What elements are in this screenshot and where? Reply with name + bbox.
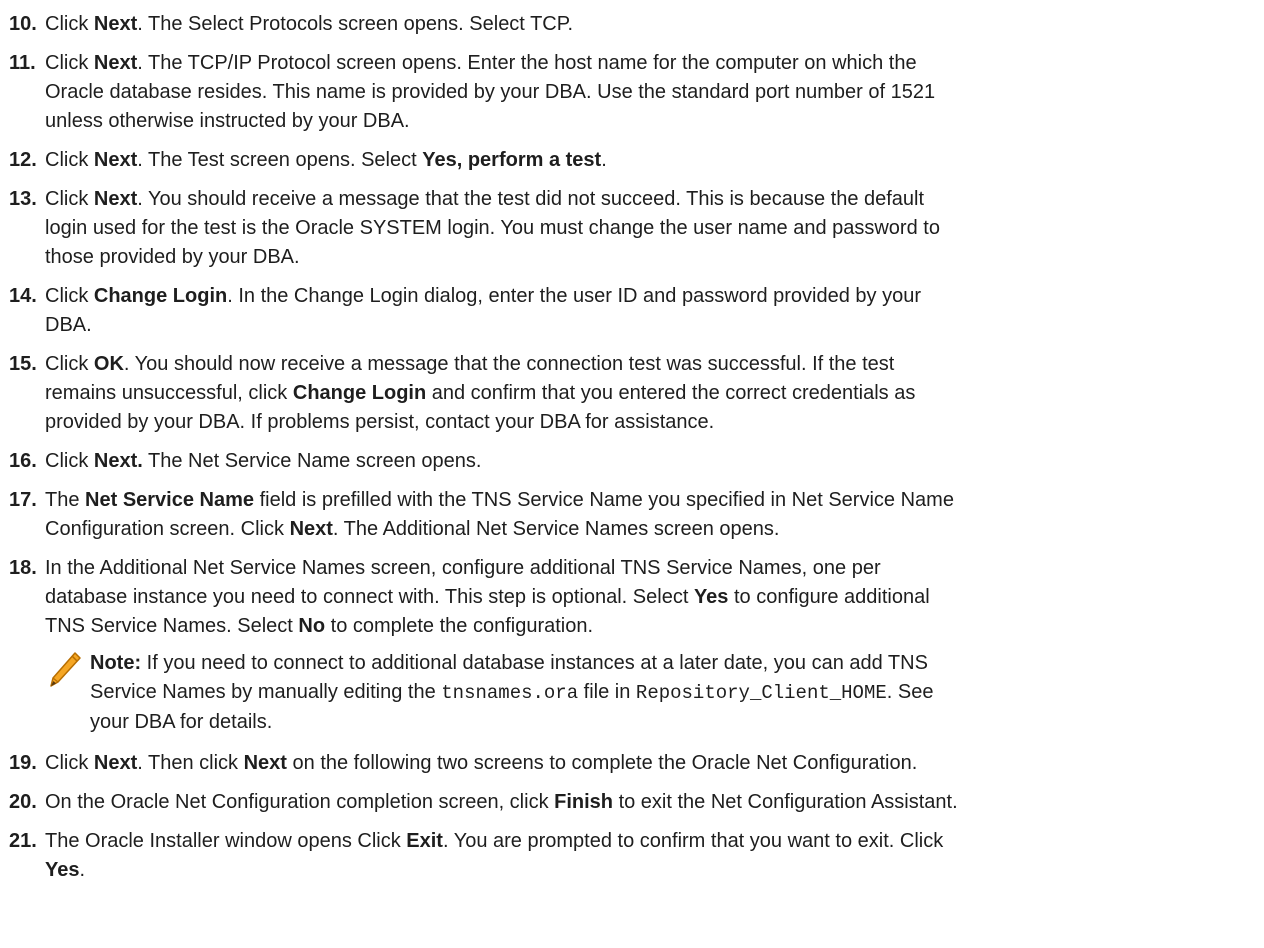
step-number: 21.	[9, 830, 37, 852]
list-item: 16. Click Next. The Net Service Name scre…	[9, 447, 1254, 476]
step-text: remains unsuccessful, click	[45, 382, 293, 404]
step-text: Configuration screen. Click	[45, 518, 290, 540]
step-text: . See	[886, 681, 934, 703]
note-block: Note: If you need to connect to addition…	[9, 649, 1254, 737]
bold-text: Change Login	[292, 382, 427, 404]
step-number: 13.	[9, 188, 37, 210]
list-item: 11. Click Next. The TCP/IP Protocol scree…	[9, 49, 1254, 136]
code-text: Repository_Client_HOME	[635, 682, 887, 704]
step-number: 20.	[9, 791, 37, 813]
list-item: 20. On the Oracle Net Configuration compl…	[9, 788, 1254, 817]
step-number: 14.	[9, 285, 37, 307]
step-text: your DBA for details.	[90, 711, 273, 733]
bold-text: Next	[93, 13, 138, 35]
step-number: 11.	[9, 52, 36, 74]
step-text: field is prefilled with the TNS Service …	[254, 489, 954, 511]
step-number: 10.	[9, 13, 37, 35]
list-item: 18. In the Additional Net Service Names s…	[9, 554, 1254, 641]
bold-text: Change Login	[93, 285, 228, 307]
bold-text: Net Service Name	[85, 489, 255, 511]
step-text: file in	[578, 681, 636, 703]
list-item: 15. Click OK. You should now receive a me…	[9, 350, 1254, 437]
bold-text: Next	[93, 149, 138, 171]
pencil-icon	[48, 651, 82, 689]
step-text: on the following two screens to complete…	[286, 752, 918, 774]
list-item: 10. Click Next. The Select Protocols scre…	[9, 10, 1254, 39]
step-text: Click	[45, 13, 94, 35]
list-item: 19. Click Next. Then click Next on the fo…	[9, 749, 1254, 778]
step-text: login used for the test is the Oracle SY…	[45, 217, 940, 239]
bold-text: Next	[93, 188, 138, 210]
list-item: 21. The Oracle Installer window opens Cli…	[9, 827, 1254, 885]
step-text: Oracle database resides. This name is pr…	[45, 81, 936, 103]
step-text: In the Additional Net Service Names scre…	[45, 557, 881, 579]
step-number: 16.	[9, 450, 37, 472]
step-text: . Then click	[137, 752, 244, 774]
step-text: and confirm that you entered the correct…	[426, 382, 916, 404]
code-text: tnsnames.ora	[441, 682, 579, 704]
step-text: . The Select Protocols screen opens. Sel…	[137, 13, 574, 35]
step-text: If you need to connect to additional dat…	[141, 652, 928, 674]
step-text: Click	[45, 188, 94, 210]
bold-text: Next.	[93, 450, 143, 472]
bold-text: Finish	[554, 791, 614, 813]
step-text: The Net Service Name screen opens.	[142, 450, 482, 472]
bold-text: Next	[289, 518, 333, 540]
step-text: provided by your DBA. If problems persis…	[45, 411, 715, 433]
note-text: Note: If you need to connect to addition…	[90, 649, 1254, 737]
step-text: . The Additional Net Service Names scree…	[332, 518, 780, 540]
step-number: 12.	[9, 149, 37, 171]
bold-text: Yes	[693, 586, 729, 608]
document-body: 10. Click Next. The Select Protocols scre…	[0, 0, 1264, 885]
list-item: 14. Click Change Login. In the Change Log…	[9, 282, 1254, 340]
step-text: Click	[45, 52, 94, 74]
step-text: .	[79, 859, 86, 881]
step-text: . You should now receive a message that …	[123, 353, 895, 375]
step-text: . You are prompted to confirm that you w…	[442, 830, 944, 852]
bold-text: No	[298, 615, 326, 637]
step-text: TNS Service Names. Select	[45, 615, 299, 637]
bold-text: Next	[93, 752, 138, 774]
step-number: 15.	[9, 353, 37, 375]
step-text: . The Test screen opens. Select	[137, 149, 423, 171]
step-text: .	[601, 149, 607, 171]
step-text: to exit the Net Configuration Assistant.	[613, 791, 958, 813]
step-text: Click	[45, 285, 94, 307]
step-number: 17.	[9, 489, 37, 511]
step-text: Click	[45, 450, 94, 472]
step-text: Click	[45, 149, 94, 171]
bold-text: OK	[93, 353, 124, 375]
step-text: those provided by your DBA.	[45, 246, 300, 268]
list-item: 17. The Net Service Name field is prefill…	[9, 486, 1254, 544]
step-number: 19.	[9, 752, 37, 774]
step-text: The Oracle Installer window opens Click	[45, 830, 407, 852]
bold-text: Next	[93, 52, 138, 74]
step-text: DBA.	[45, 314, 92, 336]
step-text: On the Oracle Net Configuration completi…	[45, 791, 555, 813]
bold-text: Yes, perform a test	[422, 149, 602, 171]
step-text: Click	[45, 752, 94, 774]
step-text: Service Names by manually editing the	[90, 681, 442, 703]
bold-text: Next	[243, 752, 287, 774]
step-text: . The TCP/IP Protocol screen opens. Ente…	[137, 52, 917, 74]
step-text: database instance you need to connect wi…	[45, 586, 694, 608]
step-text: to complete the configuration.	[325, 615, 594, 637]
step-text: Click	[45, 353, 94, 375]
bold-text: Note:	[90, 652, 142, 674]
list-item: 13. Click Next. You should receive a mess…	[9, 185, 1254, 272]
list-item: 12. Click Next. The Test screen opens. Se…	[9, 146, 1254, 175]
step-text: The	[45, 489, 86, 511]
step-text: to configure additional	[728, 586, 930, 608]
step-number: 18.	[9, 557, 37, 579]
bold-text: Yes	[45, 859, 80, 881]
step-text: . You should receive a message that the …	[137, 188, 925, 210]
step-text: . In the Change Login dialog, enter the …	[227, 285, 921, 307]
bold-text: Exit	[406, 830, 443, 852]
step-text: unless otherwise instructed by your DBA.	[45, 110, 410, 132]
